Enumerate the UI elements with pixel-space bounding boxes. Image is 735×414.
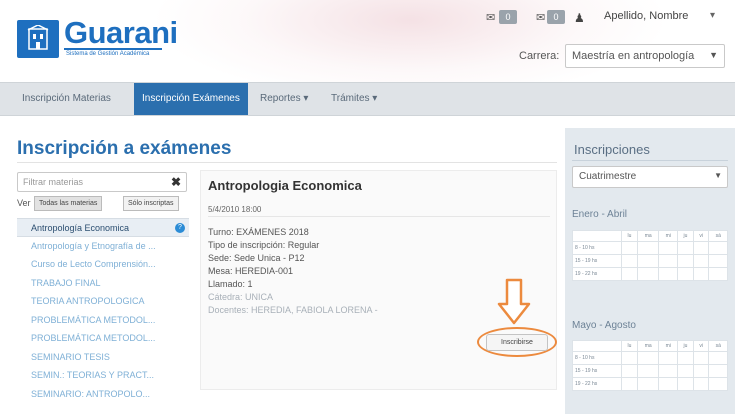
- title-divider: [17, 162, 557, 163]
- sidebar-title: Inscripciones: [574, 142, 650, 157]
- exam-llamado: Llamado: 1: [208, 279, 253, 289]
- nav-inscripcion-materias[interactable]: Inscripción Materias: [14, 83, 119, 115]
- toggle-all-subjects[interactable]: Todas las materias: [34, 196, 103, 211]
- nav-reportes[interactable]: Reportes ▾: [252, 83, 316, 115]
- weekday-header: sá: [708, 340, 728, 352]
- list-item[interactable]: Antropología Economica ?: [17, 218, 189, 237]
- carrera-label: Carrera:: [519, 50, 560, 62]
- exam-title: Antropologia Economica: [208, 178, 362, 193]
- weekday-header: mi: [658, 340, 678, 352]
- section-mayo-agosto: Mayo - Agosto: [572, 320, 636, 331]
- list-item[interactable]: PROBLEMÁTICA METODOL...: [17, 329, 189, 348]
- nav-tramites[interactable]: Trámites ▾: [323, 83, 385, 115]
- university-logo-icon: [17, 20, 59, 58]
- weekday-header: mi: [658, 230, 678, 242]
- exam-turno: Turno: EXÁMENES 2018: [208, 227, 309, 237]
- weekday-header: ma: [636, 340, 660, 352]
- clear-filter-icon[interactable]: ✖: [165, 172, 187, 192]
- inscribirse-button[interactable]: Inscribirse: [486, 334, 548, 351]
- table-row: 8 - 10 hs: [572, 241, 728, 255]
- list-item[interactable]: TRABAJO FINAL: [17, 274, 189, 293]
- exam-docentes: Docentes: HEREDIA, FABIOLA LORENA -: [208, 305, 378, 315]
- section-enero-abril: Enero - Abril: [572, 209, 628, 220]
- user-menu-caret-icon[interactable]: ▾: [710, 10, 715, 21]
- toggle-enrolled-subjects[interactable]: Sólo inscriptas: [123, 196, 179, 211]
- app-header: Guarani Sistema de Gestión Académica ✉ 0…: [0, 0, 735, 80]
- schedule-table-2: lu ma mi ju vi sá 8 - 10 hs 15 - 19 hs 1…: [572, 340, 728, 391]
- check-message-icon[interactable]: ✉: [486, 11, 495, 24]
- exam-date: 5/4/2010 18:00: [208, 205, 262, 214]
- subject-list: Antropología Economica ? Antropología y …: [17, 218, 189, 403]
- weekday-header: vi: [692, 230, 710, 242]
- envelope-icon[interactable]: ✉: [536, 11, 545, 24]
- table-row: 15 - 19 hs: [572, 364, 728, 378]
- weekday-header: ma: [636, 230, 660, 242]
- weekday-header: sá: [708, 230, 728, 242]
- weekday-header: vi: [692, 340, 710, 352]
- chevron-down-icon: ▼: [709, 50, 718, 60]
- weekday-header: lu: [620, 230, 638, 242]
- list-item[interactable]: Curso de Lecto Comprensión...: [17, 255, 189, 274]
- page-title: Inscripción a exámenes: [17, 138, 232, 159]
- exam-sede: Sede: Sede Unica - P12: [208, 253, 305, 263]
- weekday-header: lu: [620, 340, 638, 352]
- building-icon: [27, 25, 49, 50]
- schedule-table-1: lu ma mi ju vi sá 8 - 10 hs 15 - 19 hs 1…: [572, 230, 728, 281]
- filter-input[interactable]: Filtrar materias: [17, 172, 187, 192]
- ver-label: Ver: [17, 198, 31, 208]
- list-item[interactable]: SEMIN.: TEORIAS Y PRACT...: [17, 366, 189, 385]
- carrera-select[interactable]: Maestría en antropología ▼: [565, 44, 725, 68]
- list-item[interactable]: SEMINARIO TESIS: [17, 348, 189, 367]
- exam-mesa: Mesa: HEREDIA-001: [208, 266, 294, 276]
- weekday-header: ju: [676, 230, 694, 242]
- brand-underline: [64, 48, 162, 50]
- list-item[interactable]: SEMINARIO: ANTROPOLO...: [17, 385, 189, 404]
- user-name[interactable]: Apellido, Nombre: [604, 10, 688, 22]
- brand-name[interactable]: Guarani: [64, 15, 178, 51]
- exam-catedra: Cátedra: UNICA: [208, 292, 274, 302]
- brand-subtitle: Sistema de Gestión Académica: [66, 51, 150, 57]
- chevron-down-icon: ▼: [714, 171, 722, 180]
- nav-inscripcion-examenes[interactable]: Inscripción Exámenes: [134, 83, 248, 115]
- arrow-down-icon: [497, 278, 531, 325]
- list-item[interactable]: TEORIA ANTROPOLOGICA: [17, 292, 189, 311]
- carrera-value: Maestría en antropología: [572, 50, 695, 62]
- exam-divider: [208, 216, 550, 217]
- messages-badge[interactable]: 0: [499, 10, 517, 24]
- table-row: 19 - 22 hs: [572, 377, 728, 391]
- table-row: 15 - 19 hs: [572, 254, 728, 268]
- exam-tipo: Tipo de inscripción: Regular: [208, 240, 320, 250]
- period-select[interactable]: Cuatrimestre ▼: [572, 166, 728, 188]
- main-nav: Inscripción Materias Inscripción Exámene…: [0, 82, 735, 116]
- sidebar-divider: [572, 160, 728, 161]
- table-row: 8 - 10 hs: [572, 351, 728, 365]
- table-row: 19 - 22 hs: [572, 267, 728, 281]
- notifications-badge[interactable]: 0: [547, 10, 565, 24]
- question-icon[interactable]: ?: [175, 223, 185, 233]
- list-item[interactable]: Antropología y Etnografía de ...: [17, 237, 189, 256]
- list-item[interactable]: PROBLEMÁTICA METODOL...: [17, 311, 189, 330]
- user-icon: ♟: [574, 11, 585, 25]
- weekday-header: ju: [676, 340, 694, 352]
